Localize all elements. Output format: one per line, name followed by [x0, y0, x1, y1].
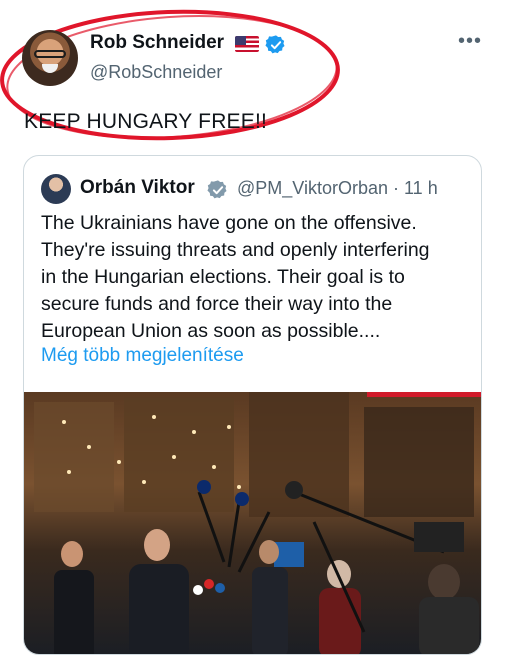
quoted-author-handle[interactable]: @PM_ViktorOrban	[237, 178, 388, 198]
verified-badge-icon	[265, 35, 285, 54]
quoted-time: · 11 h	[393, 178, 438, 198]
show-more-link[interactable]: Még több megjelenítése	[41, 345, 244, 367]
quoted-tweet[interactable]: Orbán Viktor @PM_ViktorOrban · 11 h The …	[23, 155, 482, 655]
quoted-text-line: European Union as soon as possible....	[41, 320, 381, 342]
quoted-text: The Ukrainians have gone on the offensiv…	[41, 210, 471, 345]
red-annotation-circle	[0, 9, 340, 141]
more-icon[interactable]: •••	[458, 30, 482, 53]
quoted-text-line: secure funds and force their way into th…	[41, 293, 393, 315]
tweet-text: KEEP HUNGARY FREE!!	[24, 110, 268, 133]
author-name[interactable]: Rob Schneider	[90, 32, 224, 54]
us-flag-icon	[235, 36, 259, 52]
press-conference-image	[34, 392, 479, 654]
quoted-text-line: They're issuing threats and openly inter…	[41, 239, 430, 261]
quoted-text-line: The Ukrainians have gone on the offensiv…	[41, 212, 417, 234]
quoted-tweet-photo[interactable]	[24, 392, 481, 654]
verified-badge-gray-icon	[207, 180, 227, 199]
author-avatar[interactable]	[22, 30, 78, 86]
photo-red-accent	[367, 392, 481, 397]
quoted-text-line: in the Hungarian elections. Their goal i…	[41, 266, 405, 288]
quoted-author-name[interactable]: Orbán Viktor	[80, 177, 195, 199]
quoted-meta: @PM_ViktorOrban · 11 h	[237, 178, 438, 199]
author-handle[interactable]: @RobSchneider	[90, 62, 222, 83]
quoted-author-avatar[interactable]	[41, 174, 71, 204]
